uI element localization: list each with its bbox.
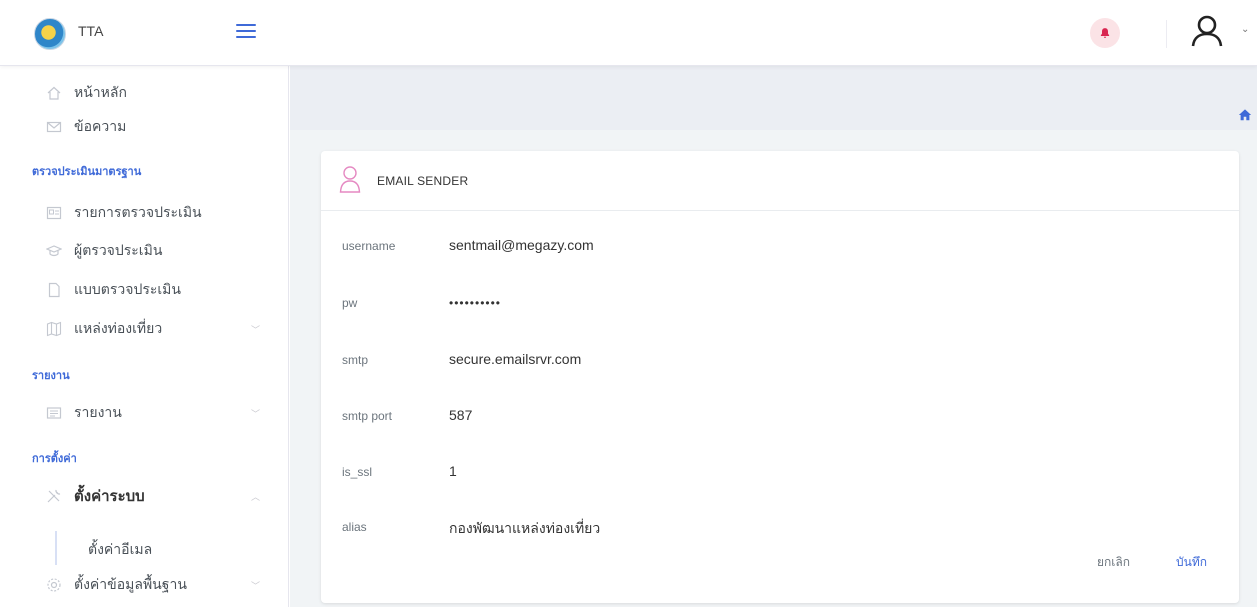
id-card-icon <box>46 205 62 221</box>
header-divider <box>1166 20 1167 48</box>
document-icon <box>46 282 62 298</box>
sidebar-item-system-settings[interactable]: ตั้งค่าระบบ ︿ <box>0 479 289 513</box>
smtp-port-field[interactable]: 587 <box>449 407 1049 423</box>
page-title-band <box>290 66 1257 130</box>
sidebar-item-label: แบบตรวจประเมิน <box>74 281 181 297</box>
home-icon <box>46 85 62 101</box>
envelope-icon <box>46 119 62 135</box>
sidebar-item-home[interactable]: หน้าหลัก <box>0 76 289 110</box>
save-button[interactable]: บันทึก <box>1176 553 1207 572</box>
tools-icon <box>46 488 62 504</box>
main-content: EMAIL SENDER username sentmail@megazy.co… <box>290 66 1257 607</box>
field-label: smtp port <box>342 409 393 423</box>
sidebar-item-assessors[interactable]: ผู้ตรวจประเมิน <box>0 234 289 268</box>
sidebar: หน้าหลัก ข้อความ ตรวจประเมินมาตรฐาน รายก… <box>0 66 289 607</box>
field-row-smtp-port: smtp port 587 <box>321 397 1239 435</box>
sidebar-item-label: หน้าหลัก <box>74 84 127 100</box>
chevron-down-icon[interactable]: ⌄ <box>1241 24 1249 35</box>
home-icon[interactable] <box>1238 108 1252 122</box>
sidebar-item-basic-data-settings[interactable]: ตั้งค่าข้อมูลพื้นฐาน ﹀ <box>0 568 289 602</box>
field-row-smtp: smtp secure.emailsrvr.com <box>321 341 1239 379</box>
menu-toggle-icon[interactable] <box>236 24 256 40</box>
bell-icon <box>1100 28 1110 38</box>
is-ssl-field[interactable]: 1 <box>449 463 1049 479</box>
chevron-down-icon: ﹀ <box>251 324 261 335</box>
user-menu-button[interactable] <box>1190 14 1246 52</box>
brand-name: TTA <box>78 23 104 39</box>
graduation-cap-icon <box>46 243 62 259</box>
smtp-field[interactable]: secure.emailsrvr.com <box>449 351 1049 367</box>
field-label: username <box>342 239 396 253</box>
sidebar-subitem-email-settings[interactable]: ตั้งค่าอีเมล <box>88 539 152 561</box>
chevron-up-icon: ︿ <box>251 491 261 502</box>
gear-icon <box>46 577 62 593</box>
sidebar-item-label: ตั้งค่าระบบ <box>74 488 145 505</box>
alias-field[interactable]: กองพัฒนาแหล่งท่องเที่ยว <box>449 518 1049 540</box>
field-label: pw <box>342 296 358 310</box>
field-label: smtp <box>342 353 369 367</box>
sidebar-item-label: แหล่งท่องเที่ยว <box>74 320 163 336</box>
top-header: TTA ⌄ <box>0 0 1257 66</box>
field-row-is-ssl: is_ssl 1 <box>321 453 1239 491</box>
sidebar-item-assessment-forms[interactable]: แบบตรวจประเมิน <box>0 273 289 307</box>
sidebar-item-label: ข้อความ <box>74 118 127 134</box>
sidebar-item-messages[interactable]: ข้อความ <box>0 110 289 144</box>
field-row-username: username sentmail@megazy.com <box>321 227 1239 265</box>
section-heading-assessment: ตรวจประเมินมาตรฐาน <box>32 166 142 178</box>
submenu-indicator <box>55 531 57 565</box>
news-icon <box>46 405 62 421</box>
sidebar-item-label: ผู้ตรวจประเมิน <box>74 242 163 258</box>
password-field[interactable]: •••••••••• <box>449 296 1049 310</box>
username-field[interactable]: sentmail@megazy.com <box>449 237 1049 253</box>
field-label: is_ssl <box>342 465 373 479</box>
user-icon <box>1191 15 1223 47</box>
chevron-down-icon: ﹀ <box>251 580 261 591</box>
sidebar-item-assessment-list[interactable]: รายการตรวจประเมิน <box>0 196 289 230</box>
field-row-alias: alias กองพัฒนาแหล่งท่องเที่ยว <box>321 508 1239 546</box>
chevron-down-icon: ﹀ <box>251 408 261 419</box>
section-heading-report: รายงาน <box>32 370 70 382</box>
sidebar-item-label: รายการตรวจประเมิน <box>74 204 202 220</box>
sidebar-item-attractions[interactable]: แหล่งท่องเที่ยว ﹀ <box>0 312 289 346</box>
card-title: EMAIL SENDER <box>377 174 469 188</box>
user-icon <box>339 166 361 193</box>
cancel-button[interactable]: ยกเลิก <box>1097 553 1130 572</box>
notification-button[interactable] <box>1090 18 1120 48</box>
map-icon <box>46 321 62 337</box>
sidebar-item-label: ตั้งค่าข้อมูลพื้นฐาน <box>74 576 187 592</box>
logo <box>34 18 66 50</box>
field-label: alias <box>342 520 367 534</box>
field-row-password: pw •••••••••• <box>321 284 1239 322</box>
card-header: EMAIL SENDER <box>321 151 1239 211</box>
sidebar-item-label: รายงาน <box>74 404 122 420</box>
sidebar-item-report[interactable]: รายงาน ﹀ <box>0 396 289 430</box>
email-sender-card: EMAIL SENDER username sentmail@megazy.co… <box>321 151 1239 603</box>
section-heading-settings: การตั้งค่า <box>32 453 77 465</box>
